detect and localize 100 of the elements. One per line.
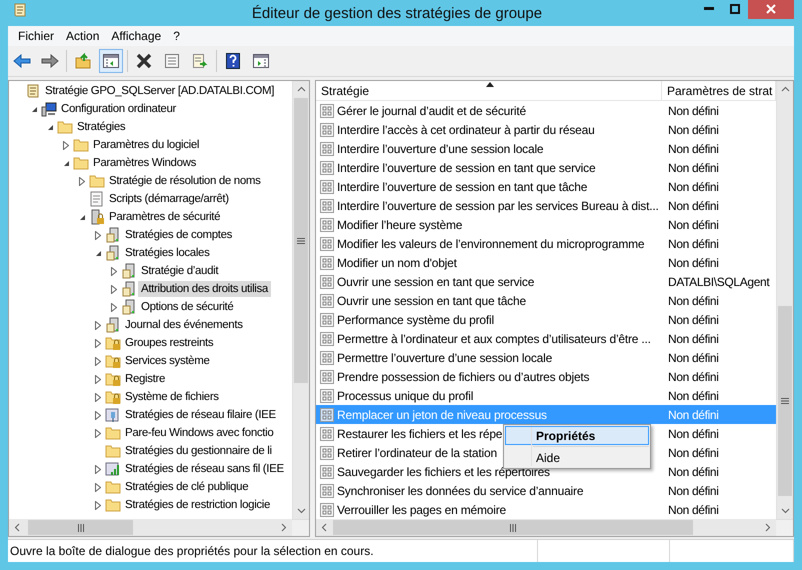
tree-item[interactable]: Stratégies du gestionnaire de li xyxy=(122,443,275,459)
expanded-arrow-icon[interactable] xyxy=(94,250,102,256)
scroll-thumb[interactable] xyxy=(778,306,792,496)
policy-name: Permettre l’ouverture d’une session locale xyxy=(337,350,552,364)
tree-item[interactable]: Stratégie de résolution de noms xyxy=(106,173,264,189)
tree-item[interactable]: Options de sécurité xyxy=(138,299,236,315)
server-icon xyxy=(121,299,137,315)
locked-folder-icon xyxy=(105,389,121,405)
column-header[interactable]: Stratégie xyxy=(316,81,662,100)
help-icon xyxy=(226,53,240,69)
policy-name: Ouvrir une session en tant que service xyxy=(337,274,534,288)
folder-icon xyxy=(73,155,89,171)
collapsed-arrow-icon[interactable] xyxy=(79,176,85,186)
expanded-arrow-icon[interactable] xyxy=(78,214,86,220)
tree-item[interactable]: Paramètres de sécurité xyxy=(106,209,224,225)
tree-item[interactable]: Stratégies de clé publique xyxy=(122,479,252,495)
policy-name: Gérer le journal d’audit et de sécurité xyxy=(337,104,526,118)
policy-icon xyxy=(320,198,334,212)
server-icon xyxy=(105,227,121,243)
export-list-icon xyxy=(192,53,208,69)
tree-item[interactable]: Stratégies xyxy=(74,119,128,135)
tree-item[interactable]: Stratégies locales xyxy=(122,245,212,261)
tree-item[interactable]: Stratégies de comptes xyxy=(122,227,236,243)
policy-setting: Non défini xyxy=(667,104,720,118)
window-title: Éditeur de gestion des stratégies de groupe xyxy=(250,4,544,22)
menu-item[interactable]: Propriétés xyxy=(505,426,649,445)
scroll-grip-icon xyxy=(297,236,305,244)
folder-icon xyxy=(89,173,105,189)
tree-item[interactable]: Stratégies de réseau filaire (IEE xyxy=(122,407,279,423)
policy-name: Ouvrir une session en tant que tâche xyxy=(337,294,526,308)
policy-icon xyxy=(320,312,334,326)
policy-setting: Non défini xyxy=(667,408,720,422)
policy-setting: Non défini xyxy=(667,484,720,498)
policy-name: Performance système du profil xyxy=(337,312,494,326)
collapsed-arrow-icon[interactable] xyxy=(63,140,69,150)
toolbar-button[interactable] xyxy=(99,49,123,73)
policy-name: Modifier un nom d'objet xyxy=(337,256,457,270)
policy-setting: Non défini xyxy=(667,312,720,326)
policy-icon xyxy=(320,388,334,402)
menu-item[interactable]: Fichier xyxy=(12,29,60,43)
tree-item[interactable]: Configuration ordinateur xyxy=(58,101,179,117)
expanded-arrow-icon[interactable] xyxy=(46,124,54,130)
scroll-thumb[interactable] xyxy=(333,520,693,535)
folder-icon xyxy=(105,479,121,495)
scroll-thumb[interactable] xyxy=(294,98,308,383)
policy-icon xyxy=(320,160,334,174)
scroll-thumb[interactable] xyxy=(28,520,133,535)
policy-setting: Non défini xyxy=(667,370,720,384)
forward-arrow-icon xyxy=(41,54,59,68)
folder-icon xyxy=(105,425,121,441)
policy-setting: Non défini xyxy=(667,256,720,270)
folder-up-icon xyxy=(75,53,91,69)
policy-setting: Non défini xyxy=(667,198,720,212)
expanded-arrow-icon[interactable] xyxy=(62,160,70,166)
menu-item[interactable]: Aide xyxy=(505,448,649,467)
vertical-scrollbar[interactable] xyxy=(292,81,309,519)
locked-server-icon xyxy=(89,209,105,225)
tree-item[interactable]: Stratégies de réseau sans fil (IEE xyxy=(122,461,287,477)
close-icon xyxy=(766,4,776,14)
policy-icon xyxy=(320,294,334,308)
server-icon xyxy=(121,263,137,279)
menu-item[interactable]: Action xyxy=(60,29,106,43)
window-pane-icon xyxy=(103,54,119,68)
horizontal-scrollbar[interactable] xyxy=(316,519,776,536)
tree-item[interactable]: Paramètres Windows xyxy=(90,155,199,171)
tree-item[interactable]: Scripts (démarrage/arrêt) xyxy=(106,191,232,207)
tree-item[interactable]: Stratégie d’audit xyxy=(138,263,222,279)
tree-item[interactable]: Système de fichiers xyxy=(122,389,222,405)
vertical-scrollbar[interactable] xyxy=(776,81,793,519)
policy-setting: Non défini xyxy=(667,180,720,194)
expanded-arrow-icon[interactable] xyxy=(30,106,38,112)
collapsed-arrow-icon[interactable] xyxy=(95,230,101,240)
tree-item[interactable]: Registre xyxy=(122,371,168,387)
policy-name: Interdire l’accès à cet ordinateur à partir du réseau xyxy=(337,122,595,136)
locked-folder-icon xyxy=(105,353,121,369)
tree-item[interactable]: Attribution des droits utilisa xyxy=(138,281,271,297)
sort-arrow-icon xyxy=(486,82,494,87)
policy-name: Interdire l’ouverture d’une session locale xyxy=(337,142,544,156)
menu-item[interactable]: ? xyxy=(167,29,186,43)
status-text: Ouvre la boîte de dialogue des propriétés pour la sélection en cours. xyxy=(8,540,538,562)
close-button[interactable] xyxy=(748,0,794,19)
tree-item[interactable]: Groupes restreints xyxy=(122,335,216,351)
tree-item[interactable]: Stratégie GPO_SQLServer [AD.DATALBI.COM] xyxy=(42,83,278,99)
policy-name: Modifier l’heure système xyxy=(337,218,462,232)
horizontal-scrollbar[interactable] xyxy=(9,519,292,536)
menu-item[interactable]: Affichage xyxy=(105,29,168,43)
tree-item[interactable]: Pare-feu Windows avec fonctio xyxy=(122,425,276,441)
scroll-grip-icon xyxy=(76,524,84,532)
policy-icon xyxy=(320,370,334,384)
locked-folder-icon xyxy=(105,371,121,387)
policy-icon xyxy=(320,180,334,194)
tree-item[interactable]: Journal des événements xyxy=(122,317,246,333)
locked-folder-icon xyxy=(105,335,121,351)
tree-item[interactable]: Paramètres du logiciel xyxy=(90,137,202,153)
policy-name: Restaurer les fichiers et les répe xyxy=(337,426,502,440)
window-pane-icon xyxy=(253,54,269,68)
tree-item[interactable]: Services système xyxy=(122,353,213,369)
tree-item[interactable]: Stratégies de restriction logicie xyxy=(122,497,274,513)
script-icon xyxy=(89,191,105,207)
folder-icon xyxy=(73,137,89,153)
